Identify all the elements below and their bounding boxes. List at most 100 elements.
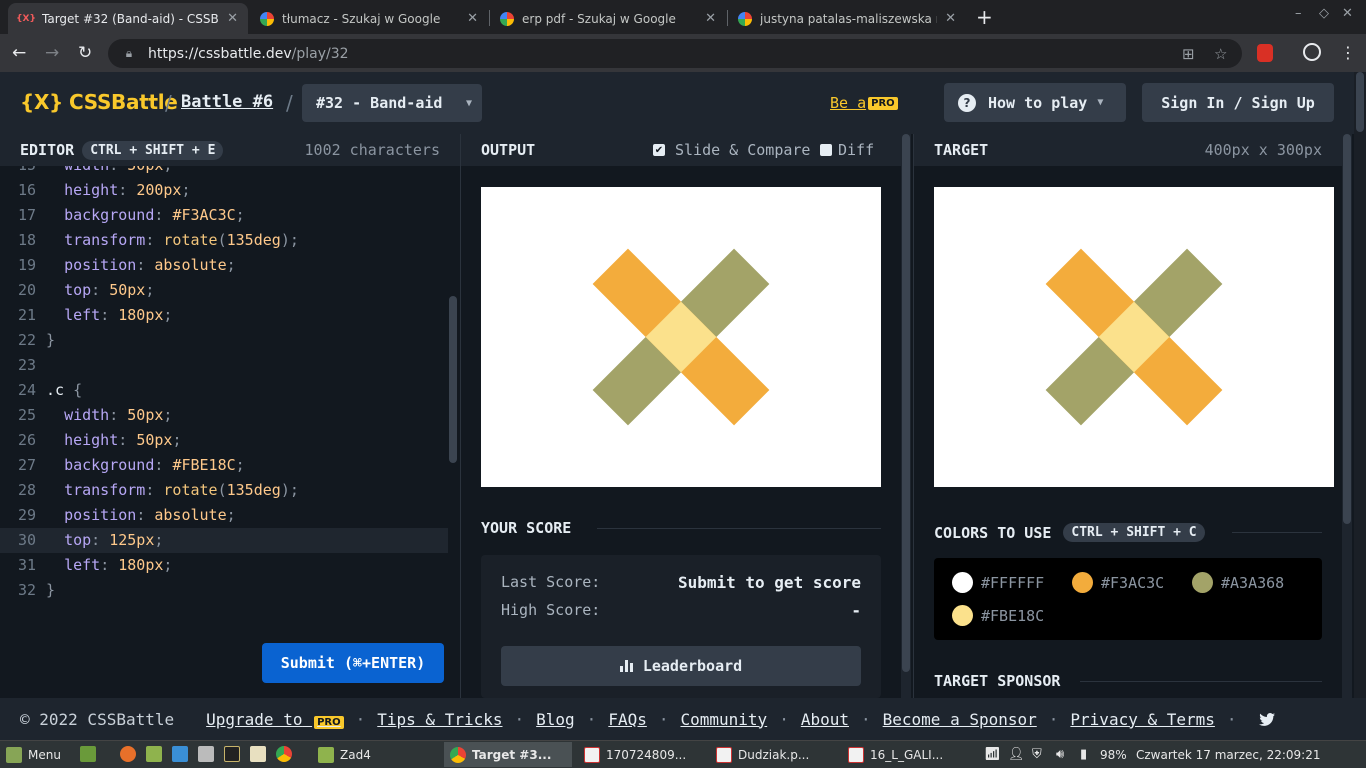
- show-desktop-icon[interactable]: [80, 746, 96, 762]
- battle-link[interactable]: Battle #6: [181, 92, 273, 112]
- wifi-icon[interactable]: 📶︎: [984, 741, 1001, 768]
- taskbar-window-pdf2[interactable]: Dudziak.p...: [710, 742, 838, 767]
- code-line[interactable]: 19 position: absolute;: [0, 253, 448, 278]
- code-line[interactable]: 24 .c {: [0, 378, 448, 403]
- diff-toggle[interactable]: Diff: [820, 141, 874, 159]
- minimize-icon[interactable]: –: [1295, 6, 1302, 21]
- taskbar-window-pdf1[interactable]: 170724809...: [578, 742, 706, 767]
- color-swatch[interactable]: #F3AC3C: [1072, 572, 1164, 593]
- code-editor[interactable]: 15 width: 50px;16 height: 200px;17 backg…: [0, 166, 460, 698]
- code-line[interactable]: 30 top: 125px;: [0, 528, 448, 553]
- code-line[interactable]: 15 width: 50px;: [0, 166, 448, 178]
- css-value: 180px: [118, 556, 164, 574]
- code-line[interactable]: 17 background: #F3AC3C;: [0, 203, 448, 228]
- scrollbar-thumb[interactable]: [902, 134, 910, 672]
- address-bar[interactable]: 🔒︎ https://cssbattle.dev/play/32 ⊞ ☆: [108, 39, 1242, 68]
- code-line[interactable]: 32}: [0, 578, 448, 603]
- close-tab-icon[interactable]: ✕: [467, 11, 478, 26]
- css-value: 200px: [136, 181, 182, 199]
- close-tab-icon[interactable]: ✕: [945, 11, 956, 26]
- back-arrow-icon[interactable]: ←: [12, 43, 26, 63]
- twitter-icon[interactable]: [1258, 712, 1275, 726]
- code-line[interactable]: 22}: [0, 328, 448, 353]
- close-tab-icon[interactable]: ✕: [227, 11, 238, 26]
- code-line[interactable]: 18 transform: rotate(135deg);: [0, 228, 448, 253]
- taskbar-window-zad4[interactable]: Zad4: [312, 742, 438, 767]
- color-swatch[interactable]: #FBE18C: [952, 605, 1044, 626]
- css-property: top: [64, 281, 92, 299]
- slide-compare-toggle[interactable]: ✔ Slide & Compare: [653, 141, 810, 159]
- footer-link-community[interactable]: Community: [680, 710, 767, 729]
- firefox-icon[interactable]: [120, 746, 136, 762]
- close-window-icon[interactable]: ✕: [1342, 6, 1353, 21]
- diff-checkbox[interactable]: [820, 144, 832, 156]
- code-line[interactable]: 25 width: 50px;: [0, 403, 448, 428]
- css-value: 50px: [127, 166, 163, 174]
- footer-link-upgrade[interactable]: Upgrade to PRO: [206, 710, 344, 729]
- footer-link-blog[interactable]: Blog: [536, 710, 575, 729]
- slide-compare-checkbox[interactable]: ✔: [653, 144, 665, 156]
- browser-tab-justyna[interactable]: justyna patalas-maliszewska m ✕: [728, 3, 966, 34]
- footer-link-tips[interactable]: Tips & Tricks: [377, 710, 502, 729]
- chrome-icon[interactable]: [276, 746, 292, 762]
- taskbar-window-chrome[interactable]: Target #3...: [444, 742, 572, 767]
- volume-icon[interactable]: 🔊︎: [1056, 741, 1064, 768]
- clock[interactable]: Czwartek 17 marzec, 22:09:21: [1136, 741, 1321, 768]
- code-line[interactable]: 21 left: 180px;: [0, 303, 448, 328]
- leaderboard-button[interactable]: Leaderboard: [501, 646, 861, 686]
- new-tab-plus-icon[interactable]: +: [976, 5, 993, 29]
- forward-arrow-icon[interactable]: →: [45, 43, 59, 63]
- right-scrollbar[interactable]: [1342, 134, 1352, 698]
- how-to-play-button[interactable]: ? How to play ▼: [944, 83, 1126, 122]
- code-line[interactable]: 20 top: 50px;: [0, 278, 448, 303]
- color-swatch[interactable]: #FFFFFF: [952, 572, 1044, 593]
- code-line[interactable]: 26 height: 50px;: [0, 428, 448, 453]
- target-select-dropdown[interactable]: #32 - Band-aid ▼: [302, 84, 482, 122]
- footer-link-privacy[interactable]: Privacy & Terms: [1070, 710, 1215, 729]
- middle-scrollbar[interactable]: [901, 134, 911, 698]
- browser-tab-cssbattle[interactable]: {X} Target #32 (Band-aid) - CSSBat ✕: [8, 3, 248, 34]
- reload-icon[interactable]: ↻: [78, 43, 92, 63]
- be-a-pro-link[interactable]: Be a PRO: [830, 94, 898, 112]
- writer-icon[interactable]: [172, 746, 188, 762]
- taskbar-window-pdf3[interactable]: 16_L_GALI...: [842, 742, 968, 767]
- bookmark-star-icon[interactable]: ☆: [1214, 45, 1227, 63]
- calculator-icon[interactable]: [198, 746, 214, 762]
- output-preview[interactable]: [481, 187, 881, 487]
- profile-avatar-icon[interactable]: [1303, 43, 1321, 61]
- code-line[interactable]: 23: [0, 353, 448, 378]
- color-swatch[interactable]: #A3A368: [1192, 572, 1284, 593]
- text-editor-icon[interactable]: [250, 746, 266, 762]
- close-tab-icon[interactable]: ✕: [705, 11, 716, 26]
- footer-link-sponsor[interactable]: Become a Sponsor: [883, 710, 1037, 729]
- restore-icon[interactable]: ◇: [1319, 6, 1329, 21]
- start-menu-button[interactable]: Menu: [6, 741, 61, 768]
- editor-scrollbar[interactable]: [449, 296, 457, 463]
- browser-tab-erp[interactable]: erp pdf - Szukaj w Google ✕: [490, 3, 726, 34]
- code-line[interactable]: 28 transform: rotate(135deg);: [0, 478, 448, 503]
- cssbattle-logo[interactable]: {X} CSSBattle: [20, 90, 178, 114]
- page-scrollbar[interactable]: [1354, 72, 1366, 698]
- sign-in-button[interactable]: Sign In / Sign Up: [1142, 83, 1334, 122]
- code-line[interactable]: 29 position: absolute;: [0, 503, 448, 528]
- terminal-icon[interactable]: [224, 746, 240, 762]
- footer-link-faqs[interactable]: FAQs: [608, 710, 647, 729]
- code-line[interactable]: 16 height: 200px;: [0, 178, 448, 203]
- files-icon[interactable]: [146, 746, 162, 762]
- scrollbar-thumb[interactable]: [1343, 134, 1351, 524]
- browser-menu-icon[interactable]: ⋮: [1340, 43, 1356, 62]
- submit-button[interactable]: Submit (⌘+ENTER): [262, 643, 444, 683]
- colors-card: #FFFFFF #F3AC3C #A3A368 #FBE18C: [934, 558, 1322, 640]
- code-line[interactable]: 31 left: 180px;: [0, 553, 448, 578]
- footer-link-about[interactable]: About: [801, 710, 849, 729]
- taskbar-window-label: Zad4: [340, 747, 371, 762]
- battery-icon[interactable]: ▮: [1080, 741, 1087, 768]
- translate-icon[interactable]: ⊞: [1182, 45, 1195, 63]
- user-icon[interactable]: 👤︎: [1008, 741, 1025, 768]
- extension-stop-icon[interactable]: [1257, 44, 1273, 62]
- browser-tab-tlumacz[interactable]: tłumacz - Szukaj w Google ✕: [250, 3, 488, 34]
- code-line[interactable]: 27 background: #FBE18C;: [0, 453, 448, 478]
- scrollbar-thumb[interactable]: [1356, 72, 1364, 132]
- update-icon[interactable]: ⛨: [1032, 741, 1042, 768]
- taskbar-window-label: 16_L_GALI...: [870, 747, 944, 762]
